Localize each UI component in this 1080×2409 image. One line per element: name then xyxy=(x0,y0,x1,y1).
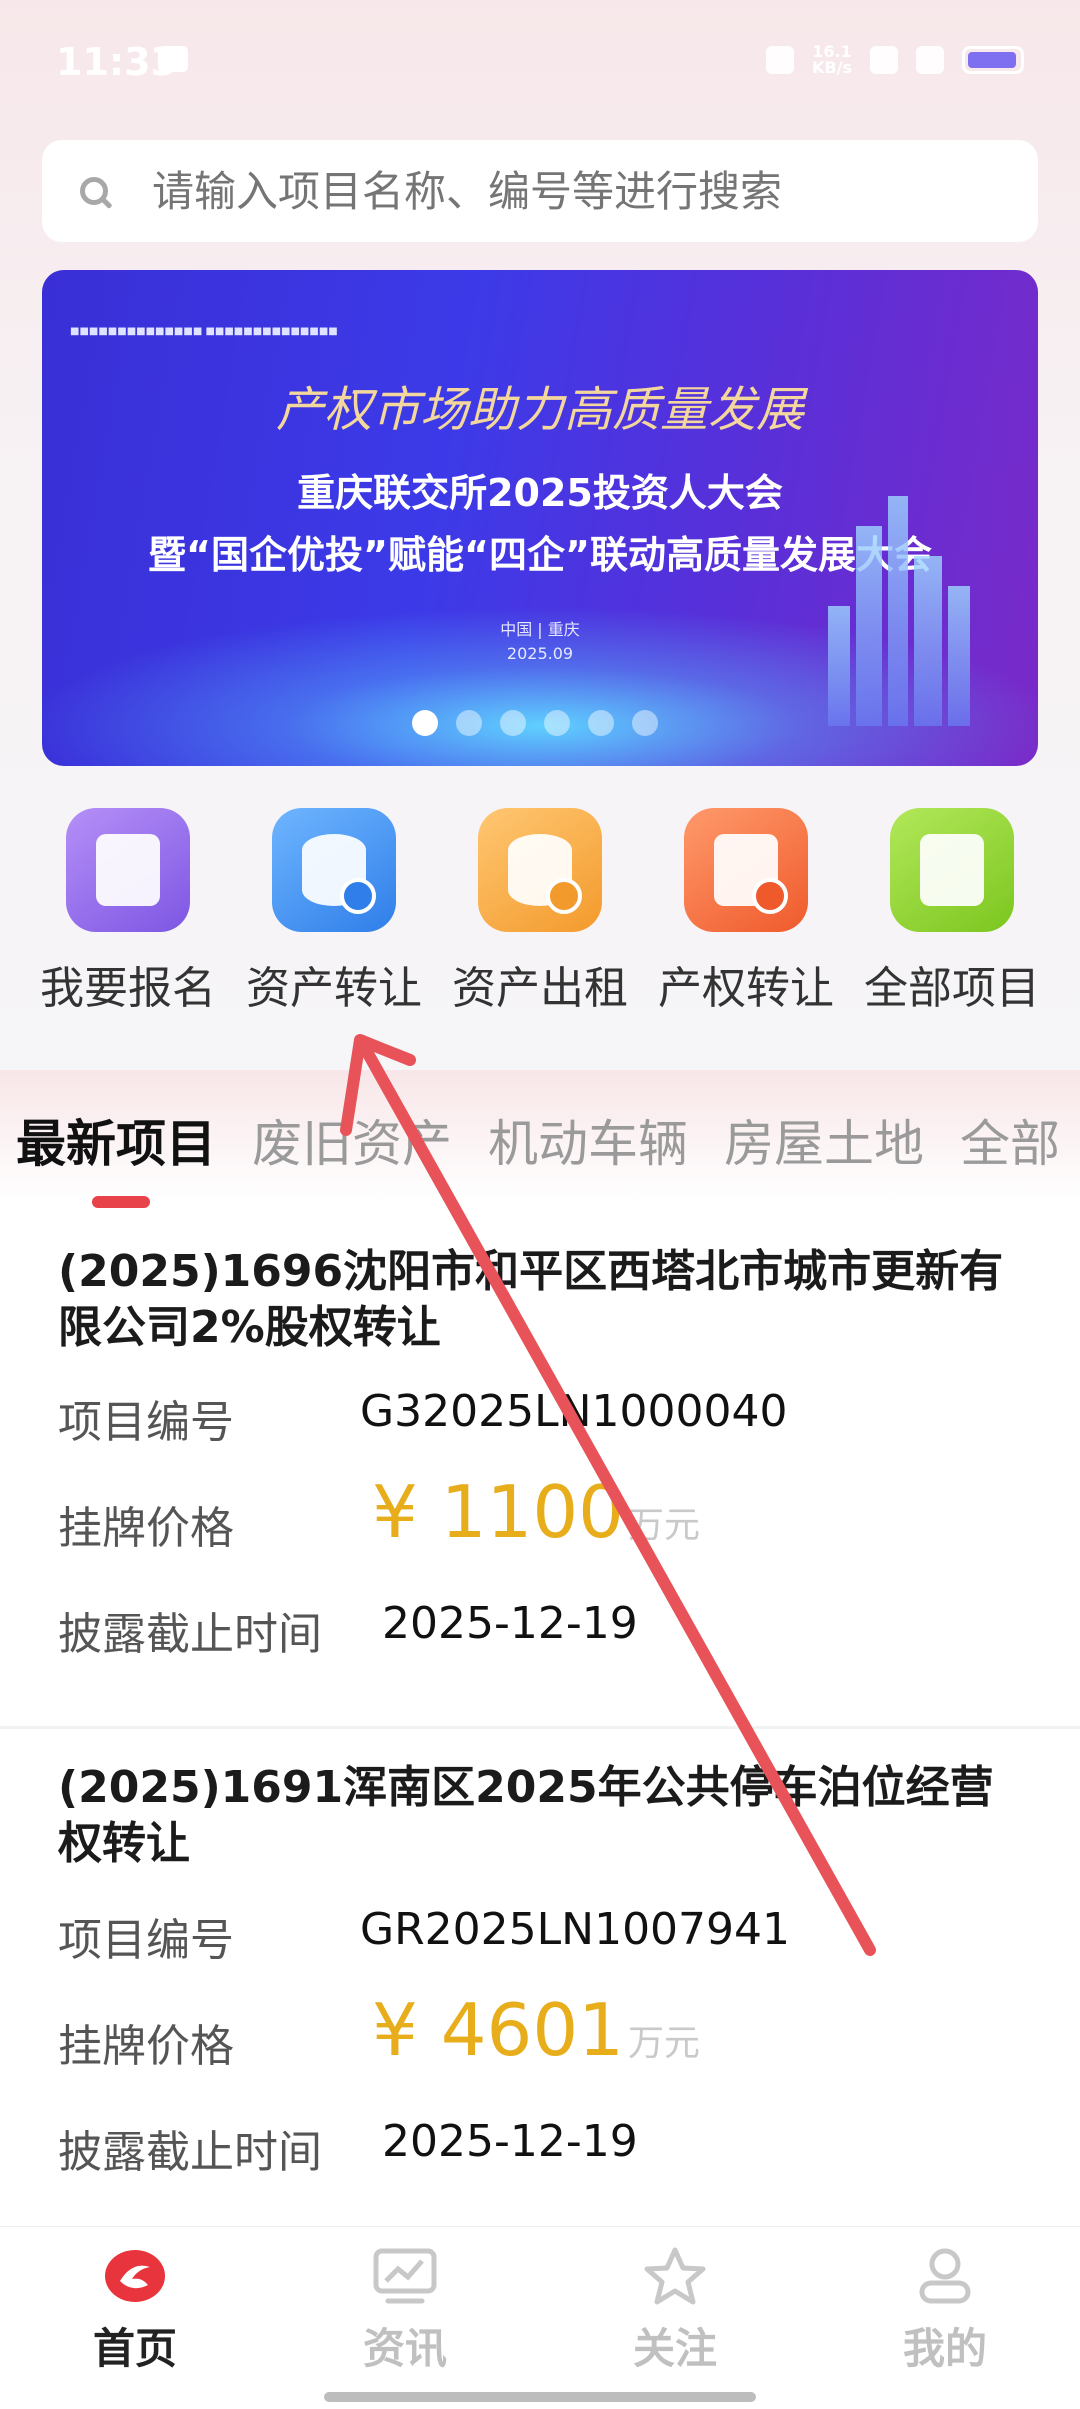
active-tab-indicator xyxy=(92,1196,150,1208)
quick-action-register[interactable]: 我要报名 xyxy=(30,808,226,1016)
banner-organizer-logo: ■■■■■■■■■■■■■■ ■■■■■■■■■■■■■■ xyxy=(70,326,338,337)
price-value: ¥ 1100 万元 xyxy=(372,1470,700,1554)
property-transfer-icon xyxy=(684,808,808,932)
carousel-dot[interactable] xyxy=(412,710,438,736)
category-tabs: 最新项目 废旧资产 机动车辆 房屋土地 全部 xyxy=(16,1104,1060,1176)
asset-transfer-icon xyxy=(272,808,396,932)
banner-skyline-image xyxy=(828,496,978,726)
home-logo-icon xyxy=(105,2250,165,2302)
tab-scrap-assets[interactable]: 废旧资产 xyxy=(252,1104,452,1176)
nav-home[interactable]: 首页 xyxy=(0,2227,270,2409)
project-no-label: 项目编号 xyxy=(58,1397,234,1448)
bottom-navigation: 首页 资讯 关注 我的 xyxy=(0,2226,1080,2409)
nav-label: 首页 xyxy=(92,2324,177,2373)
silent-icon xyxy=(766,46,795,74)
gesture-home-bar[interactable] xyxy=(324,2392,756,2402)
battery-icon xyxy=(962,46,1024,74)
price-amount: 4601 xyxy=(440,1988,624,2072)
network-speed: 16.1 KB/s xyxy=(812,42,852,77)
star-icon xyxy=(644,2247,706,2305)
nav-mine[interactable]: 我的 xyxy=(810,2227,1080,2409)
status-indicators: 16.1 KB/s xyxy=(766,44,1024,76)
quick-action-label: 资产转让 xyxy=(246,963,422,1014)
nav-follow[interactable]: 关注 xyxy=(540,2227,810,2409)
promo-banner[interactable]: ■■■■■■■■■■■■■■ ■■■■■■■■■■■■■■ 产权市场助力高质量发… xyxy=(42,270,1038,766)
carousel-dot[interactable] xyxy=(632,710,658,736)
asset-rent-icon xyxy=(478,808,602,932)
nav-label: 我的 xyxy=(902,2324,987,2373)
quick-actions: 我要报名 资产转让 资产出租 产权转让 全部项目 xyxy=(30,808,1050,1016)
tab-all[interactable]: 全部 xyxy=(960,1104,1060,1176)
search-icon xyxy=(80,177,108,205)
carousel-dot[interactable] xyxy=(500,710,526,736)
price-label: 挂牌价格 xyxy=(58,2021,234,2072)
quick-action-label: 产权转让 xyxy=(658,963,834,1014)
message-notification-icon xyxy=(158,46,188,72)
banner-slogan: 产权市场助力高质量发展 xyxy=(275,382,804,438)
price-value: ¥ 4601 万元 xyxy=(372,1988,700,2072)
nav-label: 关注 xyxy=(632,2324,717,2373)
quick-action-asset-rent[interactable]: 资产出租 xyxy=(442,808,638,1016)
project-no-value: G32025LN1000040 xyxy=(360,1386,788,1437)
search-bar[interactable] xyxy=(42,140,1038,242)
carousel-indicator[interactable] xyxy=(412,710,658,736)
deadline-label: 披露截止时间 xyxy=(58,1609,322,1660)
deadline-label: 披露截止时间 xyxy=(58,2127,322,2178)
quick-action-property-transfer[interactable]: 产权转让 xyxy=(648,808,844,1016)
news-chart-icon xyxy=(373,2248,437,2304)
nav-label: 资讯 xyxy=(362,2324,447,2373)
currency-symbol: ¥ xyxy=(372,1470,418,1554)
quick-action-all-projects[interactable]: 全部项目 xyxy=(854,808,1050,1016)
sim-icon xyxy=(870,46,898,74)
price-unit: 万元 xyxy=(627,2023,700,2064)
carousel-dot[interactable] xyxy=(588,710,614,736)
project-no-value: GR2025LN1007941 xyxy=(360,1904,791,1955)
project-no-label: 项目编号 xyxy=(58,1915,234,1966)
quick-action-label: 资产出租 xyxy=(452,963,628,1014)
deadline-value: 2025-12-19 xyxy=(382,1598,638,1649)
tab-real-estate[interactable]: 房屋土地 xyxy=(724,1104,924,1176)
price-amount: 1100 xyxy=(440,1470,624,1554)
price-label: 挂牌价格 xyxy=(58,1503,234,1554)
deadline-value: 2025-12-19 xyxy=(382,2116,638,2167)
quick-action-label: 我要报名 xyxy=(40,963,216,1014)
status-bar: 11:33 16.1 KB/s xyxy=(0,0,1080,120)
search-input[interactable] xyxy=(150,165,954,217)
carousel-dot[interactable] xyxy=(544,710,570,736)
tab-latest[interactable]: 最新项目 xyxy=(16,1104,216,1176)
currency-symbol: ¥ xyxy=(372,1988,418,2072)
quick-action-label: 全部项目 xyxy=(864,963,1040,1014)
price-unit: 万元 xyxy=(627,1505,700,1546)
tab-vehicles[interactable]: 机动车辆 xyxy=(488,1104,688,1176)
user-icon xyxy=(919,2248,971,2304)
project-card[interactable]: (2025)1691浑南区2025年公共停车泊位经营权转让 项目编号 GR202… xyxy=(0,1740,1080,2226)
quick-action-asset-transfer[interactable]: 资产转让 xyxy=(236,808,432,1016)
project-title: (2025)1691浑南区2025年公共停车泊位经营权转让 xyxy=(58,1762,994,1869)
wifi-icon xyxy=(916,46,944,74)
project-card[interactable]: (2025)1696沈阳市和平区西塔北市城市更新有限公司2%股权转让 项目编号 … xyxy=(0,1222,1080,1726)
all-projects-icon xyxy=(890,808,1014,932)
project-title: (2025)1696沈阳市和平区西塔北市城市更新有限公司2%股权转让 xyxy=(58,1246,1004,1353)
card-divider xyxy=(0,1726,1080,1729)
nav-news[interactable]: 资讯 xyxy=(270,2227,540,2409)
carousel-dot[interactable] xyxy=(456,710,482,736)
register-edit-icon xyxy=(66,808,190,932)
